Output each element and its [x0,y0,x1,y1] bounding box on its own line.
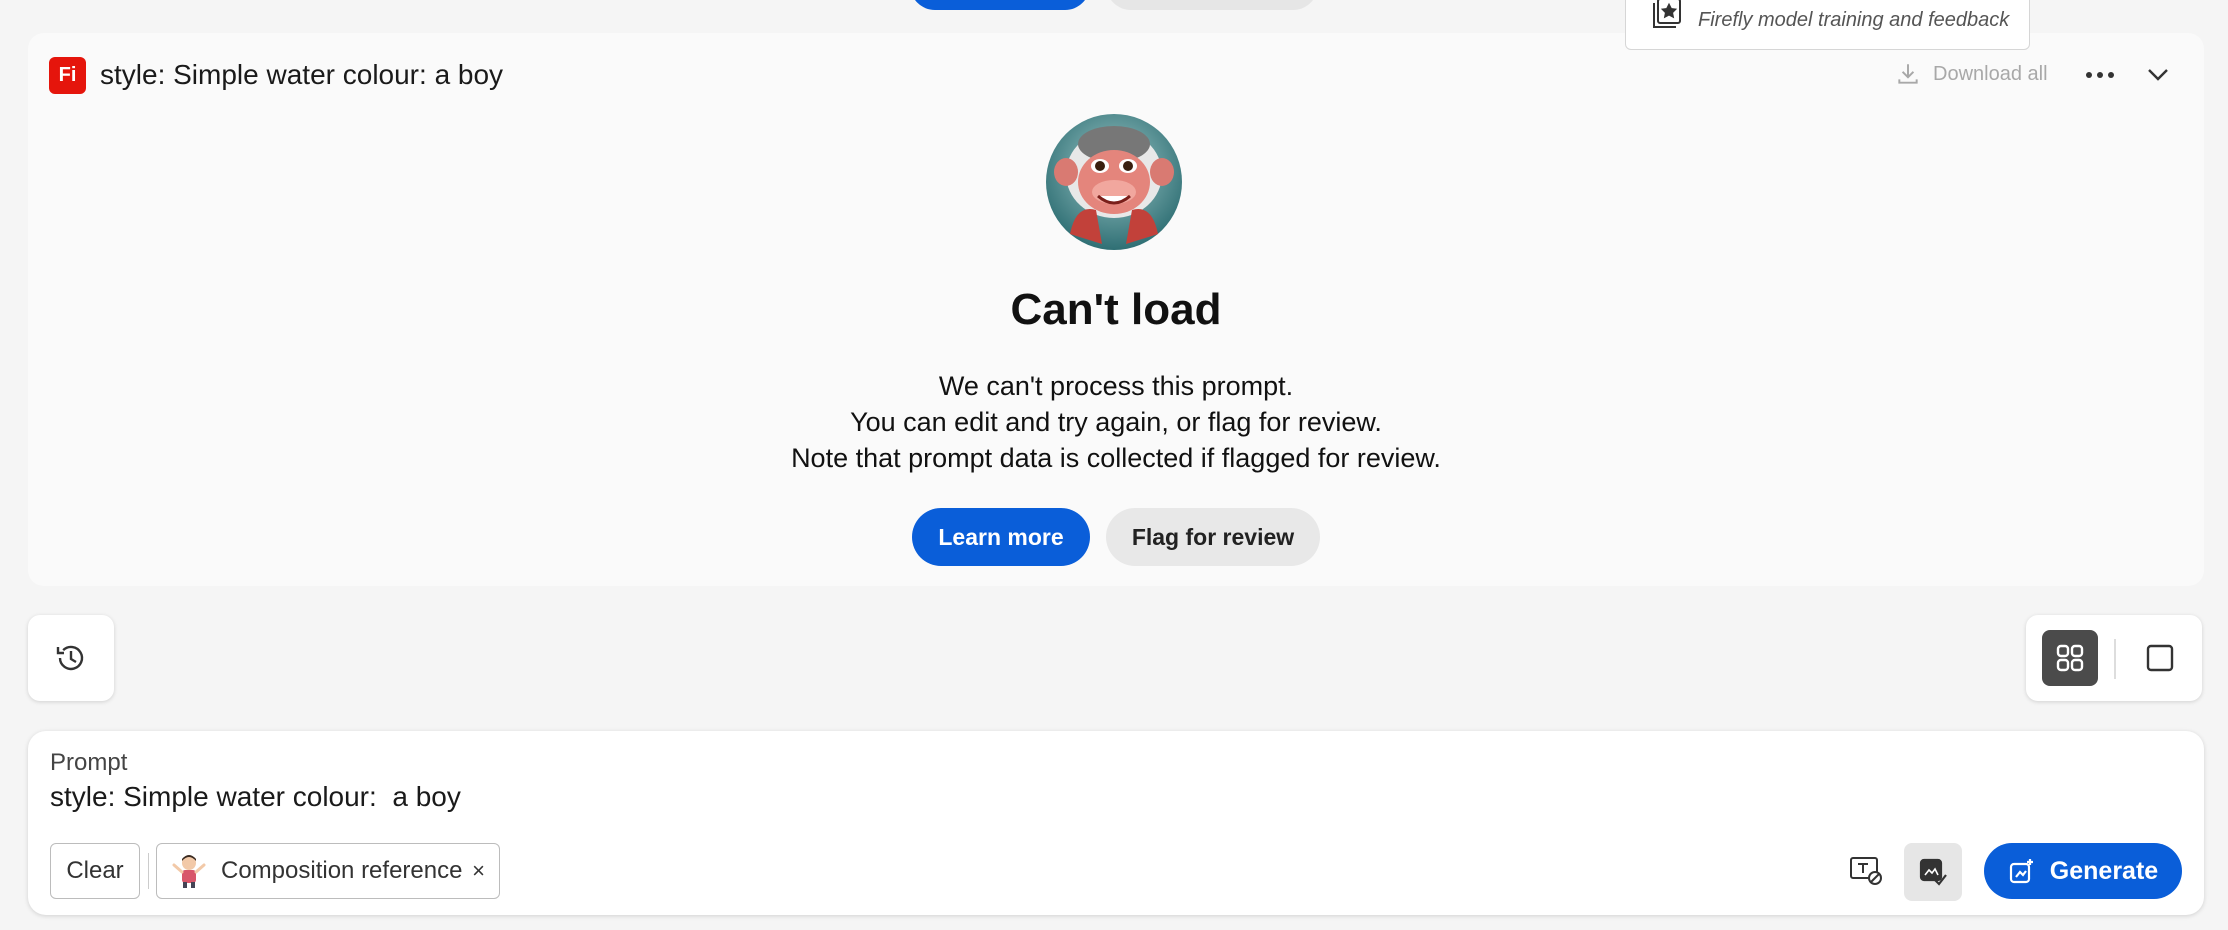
info-popup: Firefly model training and feedback [1625,0,2030,50]
square-icon [2146,644,2174,672]
download-all-button[interactable]: Download all [1895,61,2048,87]
learn-more-button[interactable]: Learn more [912,508,1090,566]
toggle-divider [2114,639,2116,679]
prompt-label: Prompt [50,749,128,776]
history-button[interactable] [28,615,114,701]
generate-label: Generate [2049,856,2159,885]
composition-thumbnail [172,855,206,888]
single-view-button[interactable] [2132,630,2188,686]
error-message-line-1: We can't process this prompt. [938,371,1294,401]
ellipsis-icon [2086,72,2114,78]
composition-reference-label: Composition reference [221,857,463,884]
image-check-icon [1919,858,1947,886]
grid-view-button[interactable] [2042,630,2098,686]
more-options-button[interactable] [2080,55,2120,95]
chip-divider [148,853,149,889]
download-all-label: Download all [1933,62,2048,85]
error-heading: Can't load [1010,285,1222,334]
firefly-badge: Fi [49,57,86,94]
grid-icon [2056,644,2084,672]
composition-reference-chip[interactable]: Composition reference × [156,843,500,899]
clear-button[interactable]: Clear [50,843,140,899]
popup-text: Firefly model training and feedback [1698,9,2010,31]
prompt-panel: Prompt style: Simple water colour: a boy… [28,731,2204,915]
content-credentials-button[interactable] [1904,843,1962,901]
generate-icon [2009,859,2033,884]
partial-primary-button[interactable] [910,0,1090,10]
download-icon [1898,64,1918,84]
card-title: style: Simple water colour: a boy [100,59,504,90]
text-settings-button[interactable] [1838,843,1894,899]
error-message-line-3: Note that prompt data is collected if fl… [791,443,1441,473]
star-card-icon [1653,0,1681,28]
history-icon [56,645,84,671]
chevron-down-icon [2148,69,2168,81]
result-card: Fi style: Simple water colour: a boy Dow… [28,33,2204,586]
error-message-line-2: You can edit and try again, or flag for … [850,407,1382,437]
flag-for-review-button[interactable]: Flag for review [1106,508,1320,566]
collapse-button[interactable] [2138,55,2178,95]
view-toggle [2026,615,2202,701]
prompt-input[interactable]: style: Simple water colour: a boy [50,781,461,813]
close-icon[interactable]: × [472,858,485,884]
text-off-icon [1850,857,1882,885]
partial-secondary-button[interactable] [1106,0,1318,10]
error-illustration [1046,114,1182,250]
generate-button[interactable]: Generate [1984,843,2182,899]
